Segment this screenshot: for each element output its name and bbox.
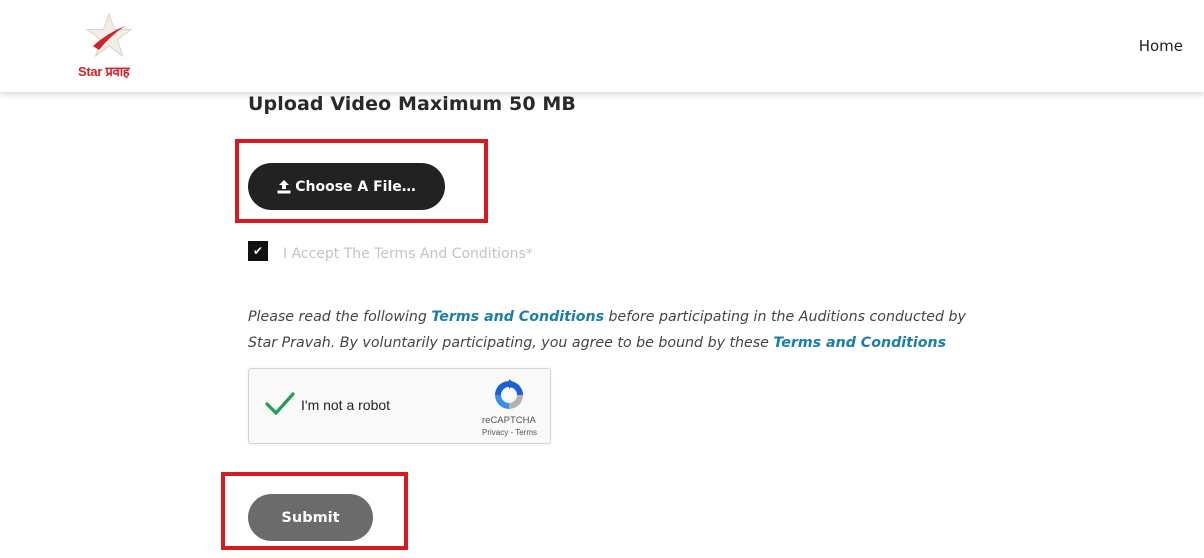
terms-link-1[interactable]: Terms and Conditions bbox=[431, 309, 604, 325]
recaptcha-privacy-link[interactable]: Privacy bbox=[482, 428, 508, 437]
recaptcha-check-icon[interactable] bbox=[265, 391, 295, 417]
checkmark-icon: ✔ bbox=[252, 244, 264, 258]
choose-file-label: Choose A File… bbox=[295, 178, 416, 195]
terms-link-2[interactable]: Terms and Conditions bbox=[773, 335, 946, 351]
upload-icon bbox=[277, 179, 291, 193]
star-pravah-logo[interactable]: Star प्रवाह bbox=[74, 12, 144, 82]
nav-home-link[interactable]: Home bbox=[1139, 37, 1183, 55]
accept-terms-label: I Accept The Terms And Conditions* bbox=[283, 246, 533, 262]
terms-checkbox[interactable]: ✔ bbox=[248, 241, 268, 261]
recaptcha-logo-icon bbox=[495, 379, 523, 409]
recaptcha-brand: reCAPTCHA bbox=[482, 415, 536, 426]
terms-text-1: Please read the following bbox=[248, 309, 432, 325]
site-header: Star प्रवाह Home bbox=[0, 0, 1204, 92]
upload-title: Upload Video Maximum 50 MB bbox=[248, 93, 576, 115]
recaptcha-terms-link[interactable]: Terms bbox=[515, 428, 537, 437]
star-logo-icon bbox=[85, 12, 133, 58]
logo-text: Star प्रवाह bbox=[78, 64, 130, 79]
terms-paragraph: Please read the following Terms and Cond… bbox=[248, 304, 988, 356]
recaptcha-widget[interactable]: I'm not a robot reCAPTCHA Privacy - Term… bbox=[248, 368, 551, 444]
choose-file-button[interactable]: Choose A File… bbox=[248, 163, 445, 210]
recaptcha-label: I'm not a robot bbox=[301, 397, 391, 413]
submit-button[interactable]: Submit bbox=[248, 494, 373, 541]
recaptcha-links: Privacy - Terms bbox=[482, 428, 537, 437]
